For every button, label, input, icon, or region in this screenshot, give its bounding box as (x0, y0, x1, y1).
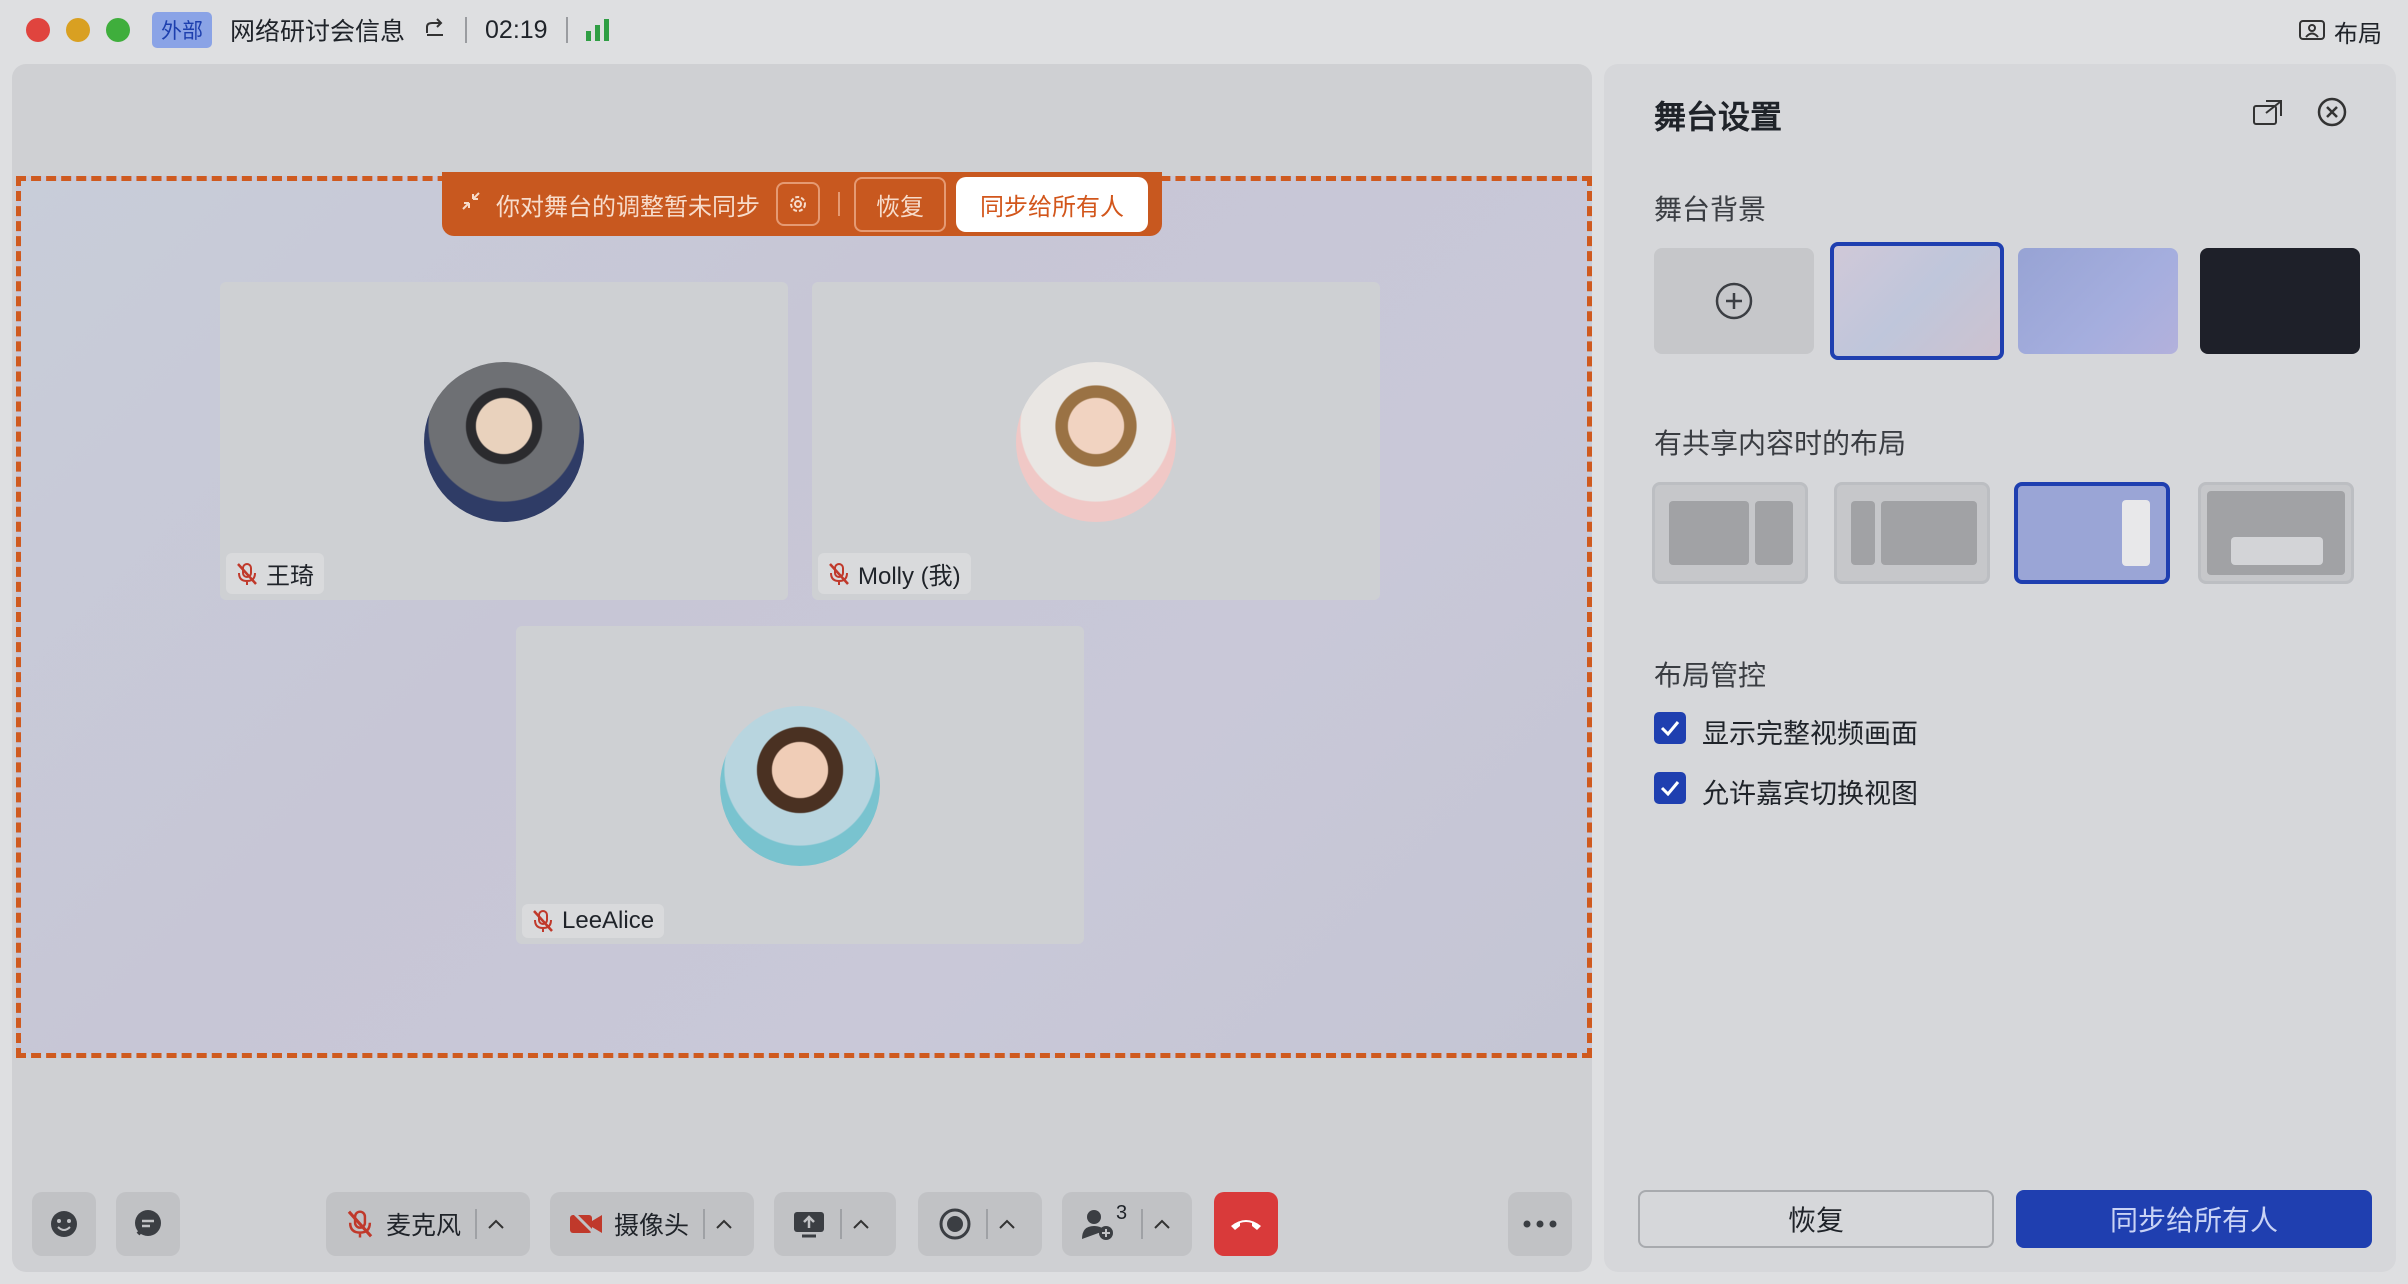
leave-meeting-button[interactable] (1214, 1192, 1278, 1256)
record-button[interactable] (918, 1192, 1042, 1256)
layout-option-sidebar-right[interactable] (2014, 482, 2170, 584)
camera-button[interactable]: 摄像头 (550, 1192, 754, 1256)
emoji-icon (51, 1211, 77, 1237)
microphone-button[interactable]: 麦克风 (326, 1192, 530, 1256)
title-bar: 外部 网络研讨会信息 02:19 布局 (0, 0, 2408, 60)
camera-off-icon (570, 1209, 602, 1239)
divider (838, 192, 840, 216)
stage-settings-panel: 舞台设置 舞台背景 有共享内容时的布局 布局管控 显示完整视频画面 允许嘉宾切换… (1604, 64, 2396, 1272)
external-badge: 外部 (152, 12, 212, 48)
background-option-dark[interactable] (2200, 248, 2360, 354)
plus-circle-icon (1715, 282, 1753, 320)
more-button[interactable] (1508, 1192, 1572, 1256)
show-full-video-checkbox[interactable] (1654, 712, 1686, 744)
participants-button[interactable]: 3 (1062, 1192, 1192, 1256)
layout-section-title: 有共享内容时的布局 (1654, 428, 1907, 459)
panel-restore-button[interactable]: 恢复 (1638, 1190, 1994, 1248)
background-option-blur[interactable] (1830, 242, 2004, 360)
chevron-up-icon[interactable] (475, 1209, 505, 1239)
stage-sync-all-button[interactable]: 同步给所有人 (956, 176, 1148, 232)
divider (465, 17, 468, 43)
divider (565, 17, 568, 43)
settings-gear-button[interactable] (776, 182, 820, 226)
layout-option-bottom[interactable] (2198, 482, 2354, 584)
mic-off-icon (237, 562, 257, 585)
add-background-button[interactable] (1654, 248, 1814, 354)
microphone-label: 麦克风 (386, 1212, 462, 1240)
pop-out-icon[interactable] (2252, 98, 2284, 133)
gear-icon (790, 196, 806, 212)
participant-name-tag: LeeAlice (522, 904, 665, 938)
reactions-button[interactable] (32, 1192, 96, 1256)
meeting-info-link[interactable]: 网络研讨会信息 (230, 12, 405, 48)
participant-name: 王琦 (266, 563, 314, 590)
avatar (720, 706, 880, 866)
share-screen-button[interactable] (774, 1192, 896, 1256)
chevron-up-icon[interactable] (703, 1209, 733, 1239)
mic-off-icon (533, 910, 553, 932)
participants-icon (1082, 1210, 1113, 1240)
camera-label: 摄像头 (614, 1212, 690, 1240)
chevron-up-icon[interactable] (1141, 1209, 1171, 1239)
layout-icon (2299, 19, 2325, 40)
avatar (1016, 362, 1176, 522)
mic-off-icon (829, 562, 849, 585)
close-window-button[interactable] (26, 18, 50, 42)
video-tile[interactable]: 王琦 (220, 282, 788, 600)
avatar (424, 362, 584, 522)
participant-name-tag: Molly (我) (818, 553, 971, 594)
layout-button[interactable]: 布局 (2298, 14, 2382, 49)
share-icon[interactable] (423, 15, 447, 46)
panel-title: 舞台设置 (1654, 99, 1783, 135)
participant-count: 3 (1116, 1201, 1128, 1224)
hang-up-icon (1231, 1220, 1261, 1230)
mic-off-icon (347, 1210, 373, 1238)
check-icon (1660, 721, 1680, 736)
chevron-up-icon[interactable] (986, 1209, 1016, 1239)
panel-sync-all-button[interactable]: 同步给所有人 (2016, 1190, 2372, 1248)
minimize-window-button[interactable] (66, 18, 90, 42)
maximize-window-button[interactable] (106, 18, 130, 42)
check-icon (1660, 781, 1680, 796)
chat-icon (135, 1210, 161, 1236)
allow-guest-switch-label: 允许嘉宾切换视图 (1702, 779, 1918, 809)
network-signal-icon[interactable] (585, 19, 609, 41)
meeting-window: 外部 网络研讨会信息 02:19 布局 你对舞台的调整暂未同步 恢复 同步给所有… (0, 0, 2408, 1284)
show-full-video-label: 显示完整视频画面 (1702, 719, 1918, 749)
close-icon[interactable] (2316, 96, 2348, 133)
video-tile[interactable]: Molly (我) (812, 282, 1380, 600)
unsynced-notice-text: 你对舞台的调整暂未同步 (496, 193, 760, 221)
collapse-icon[interactable] (460, 190, 482, 219)
background-option-blue[interactable] (2018, 248, 2178, 354)
background-section-title: 舞台背景 (1654, 194, 1767, 225)
more-icon (1523, 1220, 1557, 1228)
layout-option-split[interactable] (1652, 482, 1808, 584)
stage-restore-button[interactable]: 恢复 (854, 176, 946, 232)
meeting-timer: 02:19 (485, 15, 548, 44)
participant-name-tag: 王琦 (226, 553, 324, 594)
participant-name: Molly (我) (858, 563, 961, 590)
record-icon (939, 1208, 971, 1240)
participant-name: LeeAlice (562, 907, 655, 934)
unsynced-notice-bar: 你对舞台的调整暂未同步 恢复 同步给所有人 (442, 172, 1162, 236)
video-tile[interactable]: LeeAlice (516, 626, 1084, 944)
allow-guest-switch-checkbox[interactable] (1654, 772, 1686, 804)
chat-button[interactable] (116, 1192, 180, 1256)
control-section-title: 布局管控 (1654, 660, 1767, 691)
share-screen-icon (794, 1212, 824, 1238)
chevron-up-icon[interactable] (840, 1209, 870, 1239)
layout-label: 布局 (2334, 21, 2382, 48)
layout-option-sidebar-left[interactable] (1834, 482, 1990, 584)
